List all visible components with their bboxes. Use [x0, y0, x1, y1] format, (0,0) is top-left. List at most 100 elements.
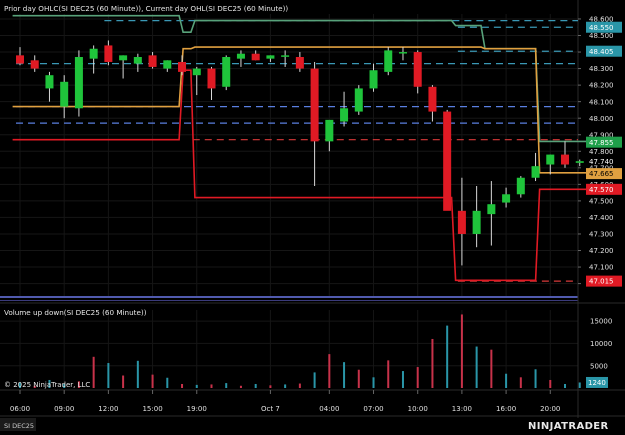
volume-bar	[416, 367, 419, 388]
volume-bar	[549, 379, 552, 388]
candle-body	[104, 45, 113, 62]
candle-body	[354, 88, 363, 112]
candle-body	[251, 53, 260, 61]
volume-bar	[372, 377, 375, 388]
volume-bar	[505, 373, 508, 388]
volume-bar	[328, 354, 331, 388]
volume-bar	[107, 363, 110, 388]
price-badge-label: 47.570	[589, 186, 614, 194]
candle-body	[148, 55, 157, 67]
time-tick-label: 06:00	[10, 405, 30, 413]
candle-body	[325, 119, 334, 142]
price-tick-label: 48.300	[589, 65, 614, 73]
candle-body	[45, 75, 54, 89]
candle-body	[266, 55, 275, 59]
candle-body	[163, 60, 172, 69]
candle-body	[413, 52, 422, 87]
candle-body	[561, 154, 570, 165]
volume-bar	[490, 349, 493, 388]
candle-body	[16, 55, 24, 64]
volume-bar	[401, 371, 404, 388]
copyright: © 2025 NinjaTrader, LLC	[4, 381, 90, 389]
candle-body	[236, 53, 245, 59]
volume-bar	[166, 377, 169, 388]
candle-body	[60, 81, 69, 107]
candle-body	[74, 57, 83, 109]
volume-bar	[151, 374, 154, 388]
volume-bar	[284, 384, 287, 388]
price-tick-label: 47.100	[589, 264, 614, 272]
price-tick-label: 48.000	[589, 115, 614, 123]
volume-bar	[122, 375, 125, 388]
candle-body	[384, 50, 393, 72]
volume-bar	[254, 383, 257, 388]
volume-tick-label: 15000	[590, 318, 612, 326]
candle-body	[516, 177, 525, 195]
volume-bar	[92, 356, 95, 388]
candle-body	[472, 210, 481, 234]
candle-body	[502, 194, 511, 203]
candle-body	[443, 111, 452, 211]
candle-body	[281, 55, 290, 57]
volume-tick-label: 10000	[590, 340, 612, 348]
candle-body	[192, 68, 201, 76]
price-badge-label: 48.405	[589, 48, 614, 56]
volume-bar	[195, 384, 198, 388]
volume-bar	[475, 346, 478, 388]
instrument-tab[interactable]: SI DEC25	[4, 422, 34, 430]
time-tick-label: 20:00	[540, 405, 560, 413]
volume-bar	[225, 383, 228, 388]
time-tick-label: 16:00	[496, 405, 516, 413]
price-tick-label: 48.500	[589, 32, 614, 40]
candle-body	[89, 48, 98, 59]
time-tick-label: 07:00	[363, 405, 383, 413]
volume-bar	[136, 360, 139, 388]
price-tick-label: 47.800	[589, 148, 614, 156]
ninjatrader-logo: NINJATRADER	[528, 421, 609, 431]
candle-body	[487, 204, 496, 215]
chart-svg: 48.60048.50048.40048.30048.20048.10048.0…	[0, 0, 625, 432]
price-badge-label: 47.855	[589, 139, 614, 147]
price-current-label: 47.740	[589, 158, 614, 166]
volume-bar	[269, 385, 272, 388]
candle-body	[398, 52, 407, 54]
candle-body	[531, 166, 540, 178]
candle-body	[546, 154, 555, 165]
volume-bar	[298, 383, 301, 388]
candle-body	[295, 57, 304, 69]
volume-bar	[239, 385, 242, 388]
volume-bar	[446, 325, 449, 388]
candle-body	[133, 57, 142, 64]
volume-bar	[519, 377, 522, 388]
time-tick-label: 15:00	[142, 405, 162, 413]
candle-body	[207, 68, 216, 89]
price-badge-label: 47.665	[589, 170, 614, 178]
chart: 48.60048.50048.40048.30048.20048.10048.0…	[0, 0, 625, 432]
volume-bar	[313, 372, 316, 388]
volume-tick-label: 5000	[590, 362, 608, 370]
candle-body	[178, 61, 187, 72]
price-tick-label: 47.500	[589, 197, 614, 205]
candle-body	[369, 70, 378, 89]
volume-bar	[357, 369, 360, 388]
price-tick-label: 48.100	[589, 98, 614, 106]
volume-bar	[578, 382, 581, 388]
candle-body	[30, 60, 39, 69]
price-tick-label: 47.200	[589, 247, 614, 255]
volume-bar	[343, 362, 346, 388]
candle-body	[428, 86, 437, 112]
time-tick-label: 13:00	[452, 405, 472, 413]
volume-bar	[387, 360, 390, 388]
candle-body	[310, 68, 319, 142]
price-badge-label: 47.015	[589, 278, 614, 286]
price-tick-label: 48.200	[589, 82, 614, 90]
price-tick-label: 47.400	[589, 214, 614, 222]
time-tick-label: 09:00	[54, 405, 74, 413]
time-tick-label: 12:00	[98, 405, 118, 413]
price-badge-label: 48.550	[589, 24, 614, 32]
time-tick-label: 04:00	[319, 405, 339, 413]
volume-bar	[210, 384, 213, 388]
volume-bar	[564, 383, 567, 388]
time-tick-label: Oct 7	[261, 405, 280, 413]
volume-bar	[460, 314, 463, 388]
